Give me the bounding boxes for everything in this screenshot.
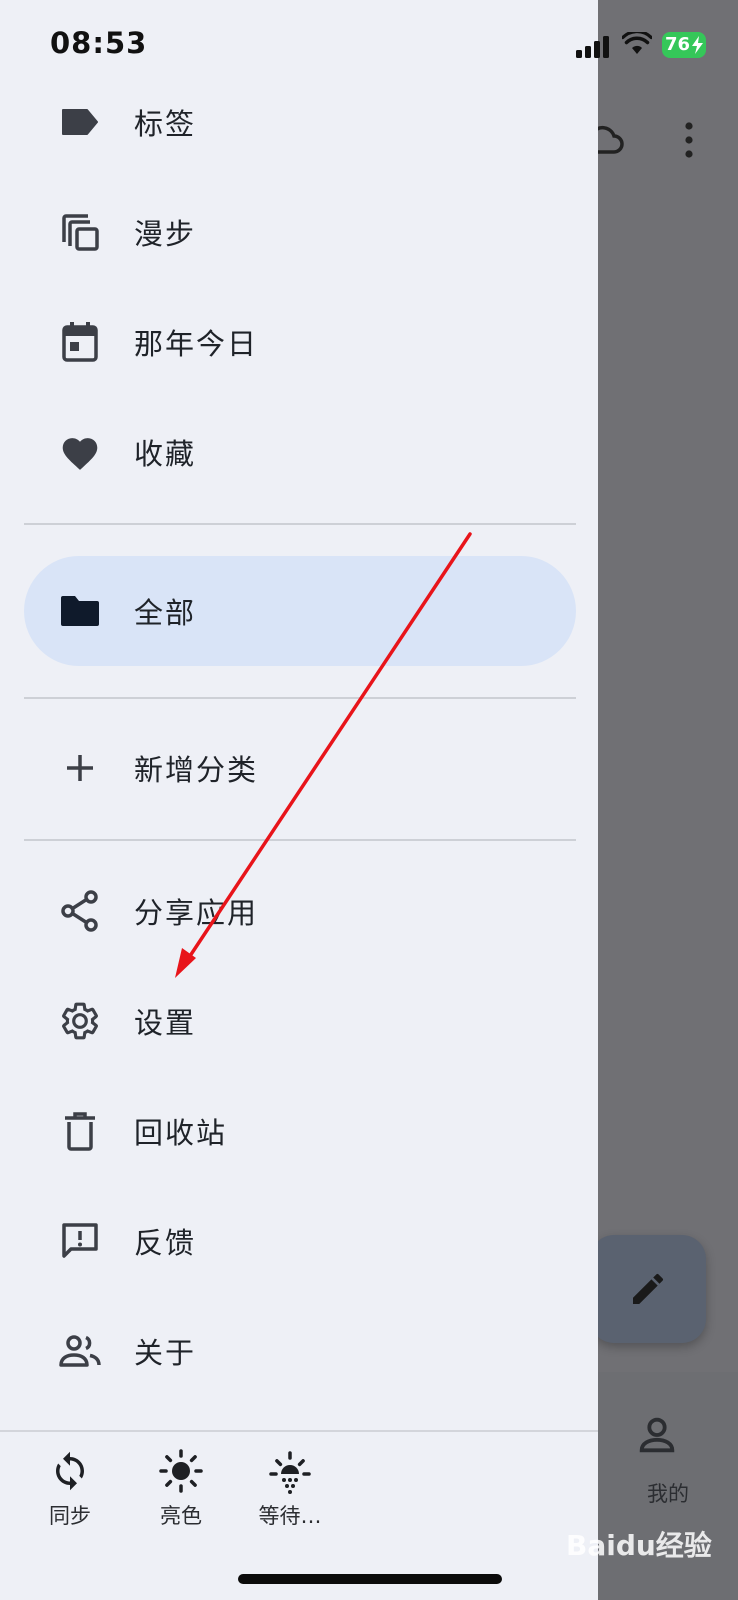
nav-item-label: 新增分类 xyxy=(134,753,259,787)
charging-bolt-icon xyxy=(692,36,703,54)
plus-icon xyxy=(58,746,102,790)
divider xyxy=(24,839,576,841)
calendar-icon xyxy=(58,320,102,364)
nav-item-add-category[interactable]: 新增分类 xyxy=(24,718,576,818)
nav-item-label: 漫步 xyxy=(134,217,197,251)
light-theme-label: 亮色 xyxy=(160,1504,202,1528)
status-time: 08:53 xyxy=(50,26,148,60)
navigation-drawer: 08:53 标签 漫步 那年今日 收藏 全部 新增分类 分享应用 设置 回收站 … xyxy=(0,0,598,1600)
divider xyxy=(24,697,576,699)
sync-button[interactable]: 同步 xyxy=(20,1448,120,1530)
nav-item-labels[interactable]: 标签 xyxy=(24,72,576,172)
sync-icon xyxy=(56,1451,84,1491)
pencil-icon xyxy=(633,1273,664,1304)
sunset-icon xyxy=(269,1451,311,1494)
nav-item-share-app[interactable]: 分享应用 xyxy=(24,861,576,961)
watermark: Baidu经验 xyxy=(566,1529,712,1562)
gear-icon xyxy=(58,999,102,1043)
folder-icon xyxy=(58,589,102,633)
share-icon xyxy=(58,889,102,933)
nav-item-label: 回收站 xyxy=(134,1116,228,1150)
nav-item-trash[interactable]: 回收站 xyxy=(24,1081,576,1181)
nav-item-favorites[interactable]: 收藏 xyxy=(24,402,576,502)
nav-item-settings[interactable]: 设置 xyxy=(24,971,576,1071)
more-vert-icon[interactable] xyxy=(675,120,703,160)
nav-item-label: 全部 xyxy=(134,596,197,630)
people-icon xyxy=(58,1329,102,1373)
nav-item-label: 标签 xyxy=(134,107,197,141)
label-icon xyxy=(58,100,102,144)
home-indicator xyxy=(238,1574,502,1584)
nav-item-label: 反馈 xyxy=(134,1226,197,1260)
battery-level: 76 xyxy=(665,34,691,55)
tab-me-label: 我的 xyxy=(647,1482,689,1506)
nav-item-label: 设置 xyxy=(134,1006,197,1040)
battery-indicator: 76 xyxy=(662,32,706,58)
nav-item-all[interactable]: 全部 xyxy=(24,556,576,666)
tab-me[interactable]: 我的 xyxy=(598,1372,738,1600)
trash-icon xyxy=(58,1109,102,1153)
nav-item-label: 关于 xyxy=(134,1336,197,1370)
heart-icon xyxy=(58,430,102,474)
copy-stack-icon xyxy=(58,210,102,254)
nav-item-on-this-day[interactable]: 那年今日 xyxy=(24,292,576,392)
compose-fab-button[interactable] xyxy=(590,1235,706,1343)
sun-icon xyxy=(159,1449,203,1493)
cellular-signal-icon xyxy=(576,36,609,58)
nav-item-feedback[interactable]: 反馈 xyxy=(24,1191,576,1291)
nav-item-label: 收藏 xyxy=(134,437,197,471)
nav-item-about[interactable]: 关于 xyxy=(24,1301,576,1401)
auto-theme-label: 等待… xyxy=(258,1504,322,1528)
divider xyxy=(24,523,576,525)
person-icon xyxy=(639,1417,675,1453)
nav-item-wander[interactable]: 漫步 xyxy=(24,182,576,282)
light-theme-button[interactable]: 亮色 xyxy=(131,1448,231,1530)
nav-item-label: 那年今日 xyxy=(134,327,259,361)
auto-theme-button[interactable]: 等待… xyxy=(240,1448,340,1530)
wifi-icon xyxy=(622,32,652,54)
feedback-icon xyxy=(58,1219,102,1263)
nav-item-label: 分享应用 xyxy=(134,896,259,930)
sync-label: 同步 xyxy=(49,1504,91,1528)
